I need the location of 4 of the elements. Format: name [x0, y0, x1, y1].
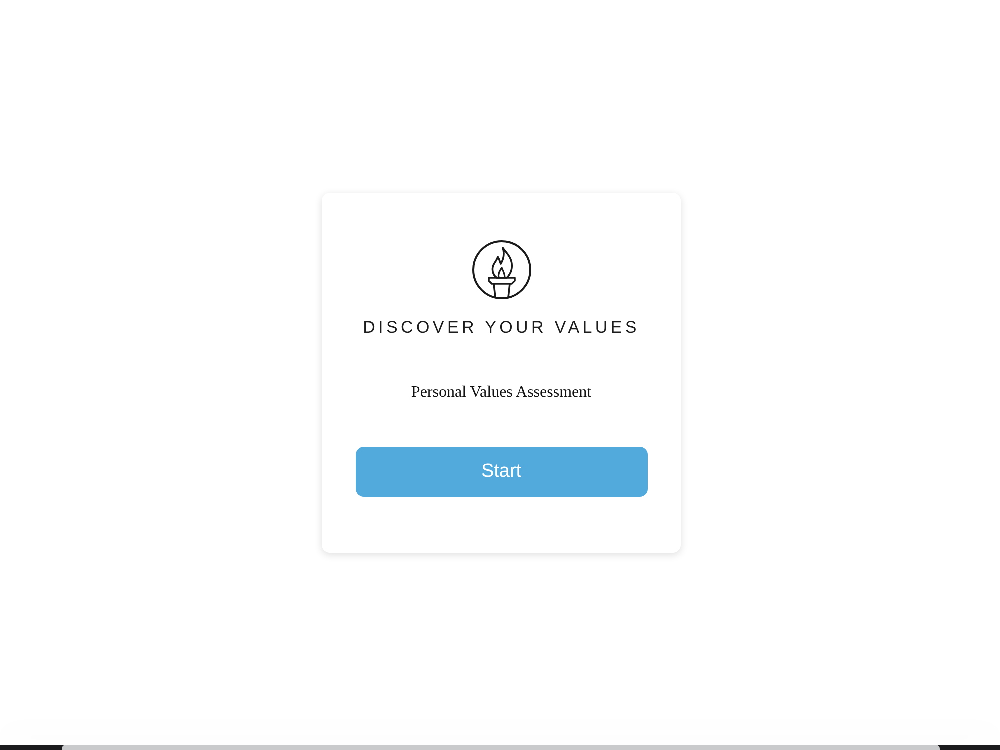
- torch-icon: [472, 240, 532, 300]
- card-subtitle: Personal Values Assessment: [411, 382, 592, 402]
- start-button[interactable]: Start: [356, 446, 648, 496]
- card-title: DISCOVER YOUR VALUES: [363, 316, 640, 338]
